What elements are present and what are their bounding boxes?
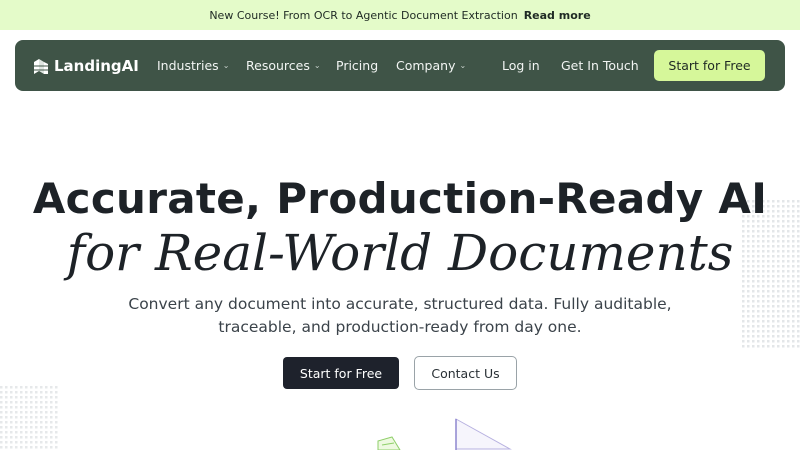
nav-item-industries[interactable]: Industries ⌄ [157,40,229,91]
nav-item-resources[interactable]: Resources ⌄ [246,40,321,91]
nav-item-pricing[interactable]: Pricing [336,40,378,91]
nav-item-label: Company [396,58,456,73]
contact-us-button[interactable]: Contact Us [414,356,517,390]
landingai-logo-icon [34,58,48,74]
nav-item-label: Industries [157,58,219,73]
start-free-nav-button[interactable]: Start for Free [654,50,765,81]
read-more-link[interactable]: Read more [524,9,591,22]
chevron-down-icon: ⌄ [459,61,467,70]
hero-title: Accurate, Production-Ready AI [32,174,768,223]
get-in-touch-link[interactable]: Get In Touch [561,40,639,91]
login-link[interactable]: Log in [502,40,540,91]
main-nav: LandingAI Industries ⌄ Resources ⌄ Prici… [15,40,785,91]
logo-text: LandingAI [54,56,139,75]
dot-pattern-left [0,386,60,450]
nav-item-company[interactable]: Company ⌄ [396,40,466,91]
nav-item-label: Resources [246,58,310,73]
hero-description: Convert any document into accurate, stru… [128,295,672,336]
chevron-down-icon: ⌄ [313,61,321,70]
chevron-down-icon: ⌄ [222,61,230,70]
announcement-text: New Course! From OCR to Agentic Document… [209,8,518,22]
document-illustration [377,418,512,450]
logo[interactable]: LandingAI [33,40,139,91]
nav-item-label: Pricing [336,58,379,73]
start-free-button[interactable]: Start for Free [283,357,399,389]
announcement-bar: New Course! From OCR to Agentic Document… [0,0,800,30]
hero-subtitle: for Real-World Documents [66,224,734,282]
